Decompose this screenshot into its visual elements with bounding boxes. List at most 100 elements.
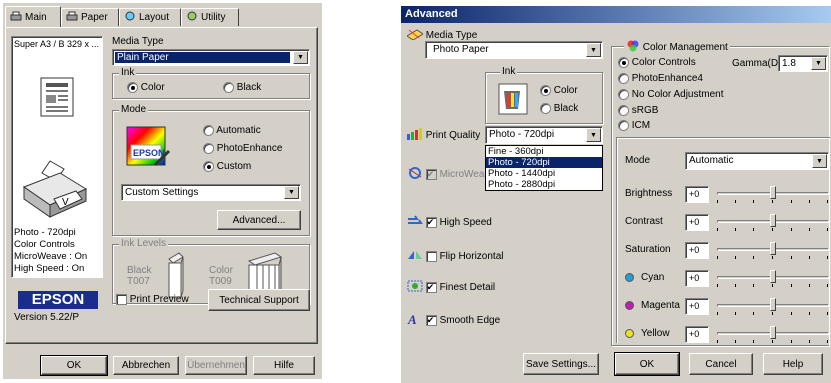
brightness-slider-thumb[interactable] bbox=[770, 186, 776, 199]
adv-cancel-button[interactable]: Cancel bbox=[689, 353, 753, 375]
chevron-down-icon[interactable]: ▼ bbox=[811, 57, 826, 70]
yellow-slider-thumb[interactable] bbox=[770, 326, 776, 339]
dropdown-option[interactable]: Photo - 2880dpi bbox=[486, 179, 602, 190]
dropdown-option[interactable]: Fine - 360dpi bbox=[486, 146, 602, 157]
dropdown-option[interactable]: Photo - 1440dpi bbox=[486, 168, 602, 179]
adv-ink-color-radio[interactable]: Color bbox=[540, 85, 578, 96]
radio-icon bbox=[127, 82, 138, 93]
advanced-dialog: Advanced Media Type Photo Paper ▼ Ink Co… bbox=[401, 6, 831, 383]
color-management-group: Color Management Color Controls Gamma(D)… bbox=[611, 40, 830, 346]
preview-panel: Super A3 / B 329 x ... V Photo - 720dpi … bbox=[11, 36, 103, 278]
slider-tick bbox=[791, 256, 792, 259]
adv-ink-black-radio[interactable]: Black bbox=[540, 103, 578, 114]
ink-black-radio[interactable]: Black bbox=[223, 82, 261, 93]
tab-page: Super A3 / B 329 x ... V Photo - 720dpi … bbox=[5, 27, 318, 344]
cancel-button[interactable]: Abbrechen bbox=[113, 356, 179, 375]
cm-no-adjust-radio[interactable]: No Color Adjustment bbox=[618, 89, 724, 100]
radio-icon bbox=[203, 161, 214, 172]
slider-tick bbox=[753, 228, 754, 231]
finest-detail-checkbox[interactable]: Finest Detail bbox=[407, 280, 495, 295]
tab-utility[interactable]: Utility bbox=[181, 8, 239, 26]
advanced-titlebar: Advanced bbox=[401, 6, 831, 23]
chevron-down-icon[interactable]: ▼ bbox=[586, 128, 601, 142]
advanced-button[interactable]: Advanced... bbox=[217, 210, 301, 230]
print-preview-checkbox[interactable]: Print Preview bbox=[116, 294, 189, 305]
gamma-label: Gamma(D) bbox=[732, 58, 782, 69]
chevron-down-icon[interactable]: ▼ bbox=[293, 51, 308, 64]
adv-ok-button[interactable]: OK bbox=[614, 352, 680, 376]
cm-srgb-label: sRGB bbox=[631, 105, 659, 117]
ink-black-label: Black bbox=[236, 82, 262, 94]
tab-main[interactable]: Main bbox=[5, 6, 61, 27]
print-quality-select[interactable]: Photo - 720dpi ▼ bbox=[485, 126, 603, 144]
high-speed-checkbox[interactable]: High Speed bbox=[407, 215, 492, 230]
microweave-checkbox[interactable]: MicroWea bbox=[407, 167, 484, 182]
checkbox-icon bbox=[425, 169, 437, 180]
cm-icm-radio[interactable]: ICM bbox=[618, 120, 650, 131]
ink-black-name: Black bbox=[127, 265, 152, 276]
technical-support-button[interactable]: Technical Support bbox=[208, 289, 310, 311]
help-button[interactable]: Hilfe bbox=[253, 356, 315, 375]
mode-photoenhance-radio[interactable]: PhotoEnhance bbox=[203, 143, 282, 154]
version-label: Version 5.22/P bbox=[14, 312, 80, 323]
gamma-select[interactable]: 1.8 ▼ bbox=[778, 55, 828, 72]
dropdown-option-selected[interactable]: Photo - 720dpi bbox=[486, 157, 602, 168]
custom-settings-select[interactable]: Custom Settings ▼ bbox=[121, 184, 301, 201]
cm-photoenhance4-label: PhotoEnhance4 bbox=[631, 73, 703, 85]
slider-tick bbox=[735, 340, 736, 343]
chevron-down-icon[interactable]: ▼ bbox=[812, 154, 827, 168]
magenta-slider-thumb[interactable] bbox=[770, 298, 776, 311]
slider-tick bbox=[772, 256, 773, 259]
save-settings-button[interactable]: Save Settings... bbox=[523, 353, 599, 375]
color-management-label: Color Management bbox=[642, 42, 728, 54]
adv-help-button[interactable]: Help bbox=[763, 353, 823, 375]
media-type-label: Media Type bbox=[112, 36, 164, 47]
adv-media-type-select[interactable]: Photo Paper ▼ bbox=[425, 41, 603, 59]
mode-automatic-radio[interactable]: Automatic bbox=[203, 125, 261, 136]
tab-layout[interactable]: Layout bbox=[119, 8, 181, 26]
ink-levels-title: Ink Levels bbox=[119, 238, 169, 249]
yellow-value-field[interactable]: +0 bbox=[685, 326, 709, 343]
printer-preview-icon: V bbox=[20, 159, 90, 224]
slider-tick bbox=[772, 200, 773, 203]
contrast-value-field[interactable]: +0 bbox=[685, 214, 709, 231]
tab-main-label: Main bbox=[25, 11, 47, 23]
media-type-select[interactable]: Plain Paper ▼ bbox=[112, 49, 310, 66]
tab-paper[interactable]: Paper bbox=[61, 8, 119, 26]
saturation-slider-thumb[interactable] bbox=[770, 242, 776, 255]
apply-button[interactable]: Übernehmen bbox=[185, 356, 247, 375]
mode-custom-radio[interactable]: Custom bbox=[203, 161, 251, 172]
advanced-title: Advanced bbox=[405, 8, 458, 20]
radio-icon bbox=[540, 103, 551, 114]
adv-ink-group: Ink Color Black bbox=[485, 66, 603, 124]
high-speed-label: High Speed bbox=[439, 217, 492, 229]
slider-tick bbox=[753, 312, 754, 315]
cc-mode-select[interactable]: Automatic ▼ bbox=[685, 152, 829, 170]
smooth-edge-checkbox[interactable]: A Smooth Edge bbox=[407, 312, 500, 329]
checkbox-icon bbox=[425, 315, 437, 326]
cm-color-controls-radio[interactable]: Color Controls bbox=[618, 57, 696, 68]
magenta-value-field[interactable]: +0 bbox=[685, 298, 709, 315]
chevron-down-icon[interactable]: ▼ bbox=[586, 43, 601, 57]
chevron-down-icon[interactable]: ▼ bbox=[284, 186, 299, 199]
slider-tick bbox=[809, 228, 810, 231]
cm-photoenhance4-radio[interactable]: PhotoEnhance4 bbox=[618, 73, 703, 84]
cyan-value-field[interactable]: +0 bbox=[685, 270, 709, 287]
slider-tick bbox=[791, 340, 792, 343]
epson-color-icon: EPSON bbox=[125, 125, 171, 174]
ok-button[interactable]: OK bbox=[40, 355, 108, 376]
contrast-slider-thumb[interactable] bbox=[770, 214, 776, 227]
ink-color-radio[interactable]: Color bbox=[127, 82, 165, 93]
gamma-value: 1.8 bbox=[782, 58, 796, 69]
cyan-slider-thumb[interactable] bbox=[770, 270, 776, 283]
flip-horizontal-checkbox[interactable]: Flip Horizontal bbox=[407, 249, 503, 264]
flip-horizontal-icon bbox=[407, 249, 423, 264]
ink-black-code: T007 bbox=[127, 276, 150, 287]
brightness-value-field[interactable]: +0 bbox=[685, 186, 709, 203]
slider-tick bbox=[735, 228, 736, 231]
cm-srgb-radio[interactable]: sRGB bbox=[618, 105, 658, 116]
saturation-value-field[interactable]: +0 bbox=[685, 242, 709, 259]
adv-ink-black-label: Black bbox=[553, 103, 579, 115]
main-settings-dialog: Main Paper Layout Utility Super A3 / B 3… bbox=[3, 3, 322, 379]
contrast-label: Contrast bbox=[625, 216, 663, 227]
